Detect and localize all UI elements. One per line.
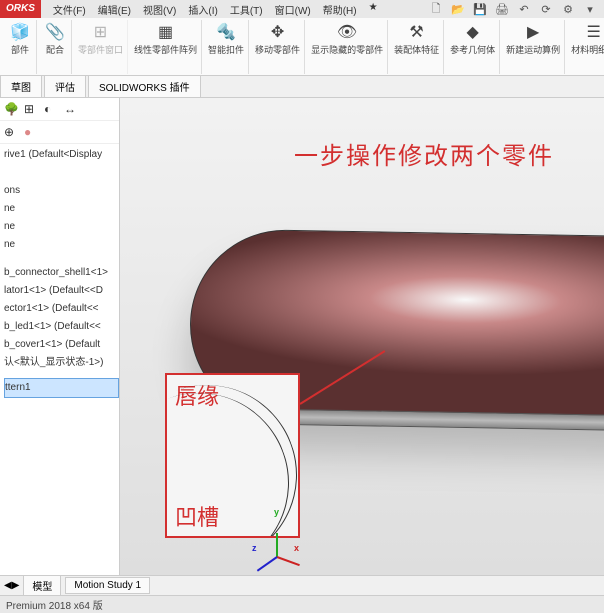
triad-y-label: y — [274, 507, 279, 517]
status-bar: Premium 2018 x64 版 — [0, 595, 604, 613]
annotation-main: 一步操作修改两个零件 — [294, 136, 554, 171]
property-tab-icon[interactable]: ⊞ — [24, 102, 38, 116]
options-icon[interactable]: ⚙ — [560, 1, 576, 17]
part-icon: 🧊 — [8, 20, 32, 44]
tree-root[interactable]: rive1 (Default<Display — [4, 146, 119, 164]
tree-item[interactable]: b_cover1<1> (Default — [4, 336, 119, 354]
callout-detail-view: 唇缘 凹槽 — [165, 373, 300, 538]
menu-edit[interactable]: 编辑(E) — [98, 2, 131, 17]
appearance-tab-icon[interactable]: ● — [24, 125, 38, 139]
dropdown-icon[interactable]: ▾ — [582, 1, 598, 17]
save-icon[interactable]: 💾 — [472, 1, 488, 17]
ribbon-group-showhide[interactable]: 👁 显示隐藏的零部件 — [307, 20, 388, 74]
tree-item[interactable]: ector1<1> (Default<< — [4, 300, 119, 318]
bottom-tabs: ◀▶ 模型 Motion Study 1 — [0, 575, 604, 595]
move-icon: ✥ — [266, 20, 290, 44]
command-tabs: 草图 评估 SOLIDWORKS 插件 — [0, 76, 604, 98]
reference-icon: ◆ — [461, 20, 485, 44]
tab-model[interactable]: 模型 — [23, 575, 61, 596]
undo-icon[interactable]: ↶ — [516, 1, 532, 17]
menu-help[interactable]: 帮助(H) — [323, 2, 357, 17]
triad-z-label: z — [252, 543, 257, 553]
display-tab-icon[interactable]: ⊕ — [4, 125, 18, 139]
print-icon[interactable]: 🖨 — [494, 1, 510, 17]
new-icon[interactable]: 🗋 — [428, 1, 444, 17]
ribbon-group-assembly[interactable]: ⚒ 装配体特征 — [390, 20, 444, 74]
ribbon-group-material[interactable]: ☰ 材料明细表 — [567, 20, 604, 74]
material-icon: ☰ — [582, 20, 604, 44]
motion-icon: ▶ — [521, 20, 545, 44]
menu-insert[interactable]: 插入(I) — [188, 2, 217, 17]
dim-tab-icon[interactable]: ↔ — [64, 102, 78, 116]
tab-motion-study[interactable]: Motion Study 1 — [65, 577, 150, 594]
tree-item[interactable]: ne — [4, 236, 119, 254]
bottom-tabs-nav-icon[interactable]: ◀▶ — [4, 580, 19, 591]
assembly-icon: ⚒ — [405, 20, 429, 44]
menu-star-icon[interactable]: ★ — [369, 2, 378, 17]
tree-item[interactable]: b_led1<1> (Default<< — [4, 318, 119, 336]
smart-icon: 🔩 — [214, 20, 238, 44]
feature-tree: rive1 (Default<Display ons ne ne ne b_co… — [0, 144, 119, 400]
quick-access-toolbar: 🗋 📂 💾 🖨 ↶ ⟳ ⚙ ▾ — [428, 1, 604, 17]
ribbon-group-pattern[interactable]: ▦ 线性零部件阵列 — [130, 20, 202, 74]
status-version: Premium 2018 x64 版 — [6, 597, 103, 612]
tab-evaluate[interactable]: 评估 — [44, 75, 86, 97]
panel-tabs: 🌳 ⊞ ◐ ↔ — [0, 98, 119, 121]
ribbon-group-mate[interactable]: 📎 配合 — [39, 20, 72, 74]
panel-sub-tabs: ⊕ ● — [0, 121, 119, 144]
tree-item-selected[interactable]: ttern1 — [4, 378, 119, 398]
menu-file[interactable]: 文件(F) — [53, 2, 86, 17]
ribbon-group-reference[interactable]: ◆ 参考几何体 — [446, 20, 500, 74]
menu-bar: 文件(F) 编辑(E) 视图(V) 插入(I) 工具(T) 窗口(W) 帮助(H… — [41, 2, 378, 17]
feature-tree-tab-icon[interactable]: 🌳 — [4, 102, 18, 116]
menu-window[interactable]: 窗口(W) — [275, 2, 311, 17]
menu-tools[interactable]: 工具(T) — [230, 2, 263, 17]
tree-item[interactable]: lator1<1> (Default<<D — [4, 282, 119, 300]
app-logo: ORKS — [0, 0, 41, 18]
tree-item[interactable]: b_connector_shell1<1> — [4, 264, 119, 282]
main-area: 🌳 ⊞ ◐ ↔ ⊕ ● rive1 (Default<Display ons n… — [0, 98, 604, 575]
ribbon-toolbar: 🧊 部件 📎 配合 ⊞ 零部件窗口 ▦ 线性零部件阵列 🔩 智能扣件 ✥ 移动零… — [0, 18, 604, 76]
triad-x-label: x — [294, 543, 299, 553]
title-bar: ORKS 文件(F) 编辑(E) 视图(V) 插入(I) 工具(T) 窗口(W)… — [0, 0, 604, 18]
tree-item[interactable]: 认<默认_显示状态-1>) — [4, 354, 119, 372]
mate-icon: 📎 — [43, 20, 67, 44]
feature-tree-panel: 🌳 ⊞ ◐ ↔ ⊕ ● rive1 (Default<Display ons n… — [0, 98, 120, 575]
open-icon[interactable]: 📂 — [450, 1, 466, 17]
tree-item[interactable]: ne — [4, 200, 119, 218]
rebuild-icon[interactable]: ⟳ — [538, 1, 554, 17]
pattern-icon: ▦ — [154, 20, 178, 44]
triad-y-axis — [276, 533, 278, 557]
ribbon-group-window[interactable]: ⊞ 零部件窗口 — [74, 20, 128, 74]
config-tab-icon[interactable]: ◐ — [44, 102, 58, 116]
triad-x-axis — [277, 556, 300, 566]
tab-layout[interactable]: 草图 — [0, 75, 42, 97]
tree-item[interactable]: ons — [4, 182, 119, 200]
ribbon-group-move[interactable]: ✥ 移动零部件 — [251, 20, 305, 74]
showhide-icon: 👁 — [335, 20, 359, 44]
ribbon-group-smart[interactable]: 🔩 智能扣件 — [204, 20, 249, 74]
menu-view[interactable]: 视图(V) — [143, 2, 176, 17]
window-icon: ⊞ — [89, 20, 113, 44]
tree-item[interactable]: ne — [4, 218, 119, 236]
triad-z-axis — [257, 556, 278, 571]
3d-viewport[interactable]: 一步操作修改两个零件 唇缘 凹槽 y x z — [120, 98, 604, 575]
ribbon-group-part[interactable]: 🧊 部件 — [4, 20, 37, 74]
view-triad[interactable]: y x z — [256, 517, 296, 557]
ribbon-group-motion[interactable]: ▶ 新建运动算例 — [502, 20, 565, 74]
tab-plugins[interactable]: SOLIDWORKS 插件 — [88, 75, 201, 97]
